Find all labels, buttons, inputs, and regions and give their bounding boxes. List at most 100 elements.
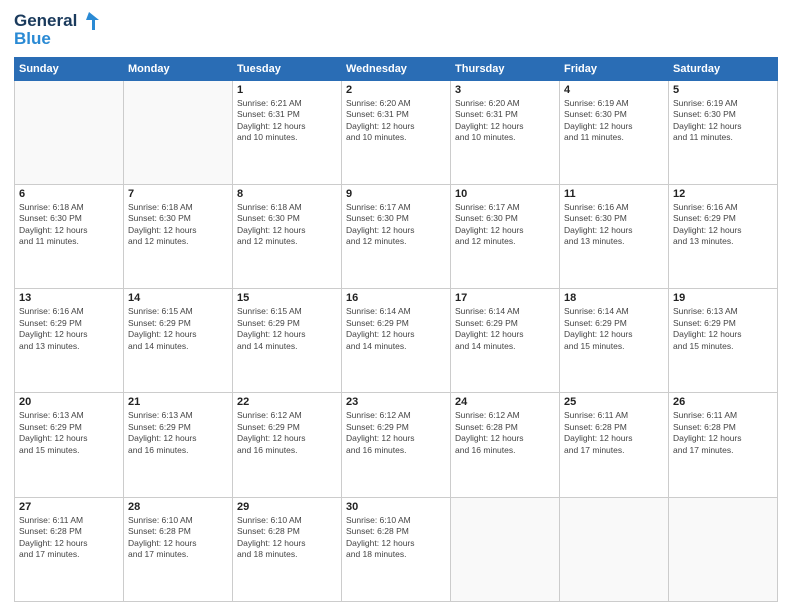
day-info: Sunrise: 6:17 AM Sunset: 6:30 PM Dayligh… [455, 202, 555, 248]
day-number: 25 [564, 396, 664, 408]
day-number: 23 [346, 396, 446, 408]
calendar-week-row: 20 Sunrise: 6:13 AM Sunset: 6:29 PM Dayli… [15, 393, 778, 497]
calendar-cell: 30 Sunrise: 6:10 AM Sunset: 6:28 PM Dayli… [342, 497, 451, 601]
day-number: 4 [564, 84, 664, 96]
header: General Blue [14, 10, 778, 49]
day-info: Sunrise: 6:12 AM Sunset: 6:28 PM Dayligh… [455, 410, 555, 456]
day-info: Sunrise: 6:14 AM Sunset: 6:29 PM Dayligh… [455, 306, 555, 352]
col-header-sunday: Sunday [15, 57, 124, 80]
calendar-cell: 24 Sunrise: 6:12 AM Sunset: 6:28 PM Dayli… [451, 393, 560, 497]
day-info: Sunrise: 6:21 AM Sunset: 6:31 PM Dayligh… [237, 98, 337, 144]
calendar-cell: 5 Sunrise: 6:19 AM Sunset: 6:30 PM Daylig… [669, 80, 778, 184]
calendar-cell [15, 80, 124, 184]
calendar-cell: 10Sunrise: 6:17 AM Sunset: 6:30 PM Dayli… [451, 184, 560, 288]
day-info: Sunrise: 6:12 AM Sunset: 6:29 PM Dayligh… [346, 410, 446, 456]
calendar-week-row: 1 Sunrise: 6:21 AM Sunset: 6:31 PM Daylig… [15, 80, 778, 184]
calendar-cell: 16 Sunrise: 6:14 AM Sunset: 6:29 PM Dayli… [342, 289, 451, 393]
logo-container: General Blue [14, 10, 101, 49]
calendar-cell: 29 Sunrise: 6:10 AM Sunset: 6:28 PM Dayli… [233, 497, 342, 601]
day-number: 8 [237, 188, 337, 200]
day-info: Sunrise: 6:13 AM Sunset: 6:29 PM Dayligh… [128, 410, 228, 456]
calendar-cell [560, 497, 669, 601]
day-number: 3 [455, 84, 555, 96]
calendar-cell: 8 Sunrise: 6:18 AM Sunset: 6:30 PM Daylig… [233, 184, 342, 288]
day-info: Sunrise: 6:15 AM Sunset: 6:29 PM Dayligh… [128, 306, 228, 352]
col-header-wednesday: Wednesday [342, 57, 451, 80]
calendar-cell [124, 80, 233, 184]
day-number: 28 [128, 501, 228, 513]
calendar-table: SundayMondayTuesdayWednesdayThursdayFrid… [14, 57, 778, 602]
calendar-cell: 25 Sunrise: 6:11 AM Sunset: 6:28 PM Dayli… [560, 393, 669, 497]
day-number: 19 [673, 292, 773, 304]
day-number: 18 [564, 292, 664, 304]
col-header-friday: Friday [560, 57, 669, 80]
col-header-monday: Monday [124, 57, 233, 80]
day-number: 24 [455, 396, 555, 408]
day-info: Sunrise: 6:19 AM Sunset: 6:30 PM Dayligh… [564, 98, 664, 144]
day-number: 2 [346, 84, 446, 96]
calendar-week-row: 27 Sunrise: 6:11 AM Sunset: 6:28 PM Dayli… [15, 497, 778, 601]
day-info: Sunrise: 6:14 AM Sunset: 6:29 PM Dayligh… [564, 306, 664, 352]
calendar-cell: 15Sunrise: 6:15 AM Sunset: 6:29 PM Dayli… [233, 289, 342, 393]
day-number: 27 [19, 501, 119, 513]
col-header-thursday: Thursday [451, 57, 560, 80]
calendar-cell: 21Sunrise: 6:13 AM Sunset: 6:29 PM Dayli… [124, 393, 233, 497]
calendar-week-row: 13 Sunrise: 6:16 AM Sunset: 6:29 PM Dayli… [15, 289, 778, 393]
logo: General Blue [14, 10, 101, 49]
calendar-cell: 26 Sunrise: 6:11 AM Sunset: 6:28 PM Dayli… [669, 393, 778, 497]
day-number: 9 [346, 188, 446, 200]
day-info: Sunrise: 6:12 AM Sunset: 6:29 PM Dayligh… [237, 410, 337, 456]
day-number: 1 [237, 84, 337, 96]
day-number: 22 [237, 396, 337, 408]
calendar-cell: 7Sunrise: 6:18 AM Sunset: 6:30 PM Daylig… [124, 184, 233, 288]
logo-bird-icon [79, 10, 101, 32]
calendar-cell: 2Sunrise: 6:20 AM Sunset: 6:31 PM Daylig… [342, 80, 451, 184]
col-header-saturday: Saturday [669, 57, 778, 80]
calendar-cell: 14Sunrise: 6:15 AM Sunset: 6:29 PM Dayli… [124, 289, 233, 393]
calendar-cell: 27 Sunrise: 6:11 AM Sunset: 6:28 PM Dayli… [15, 497, 124, 601]
day-number: 11 [564, 188, 664, 200]
day-number: 5 [673, 84, 773, 96]
day-info: Sunrise: 6:18 AM Sunset: 6:30 PM Dayligh… [19, 202, 119, 248]
day-number: 20 [19, 396, 119, 408]
day-info: Sunrise: 6:16 AM Sunset: 6:29 PM Dayligh… [673, 202, 773, 248]
calendar-cell: 12 Sunrise: 6:16 AM Sunset: 6:29 PM Dayli… [669, 184, 778, 288]
calendar-cell: 20 Sunrise: 6:13 AM Sunset: 6:29 PM Dayli… [15, 393, 124, 497]
day-number: 7 [128, 188, 228, 200]
day-number: 12 [673, 188, 773, 200]
logo-general: General [14, 12, 77, 31]
day-info: Sunrise: 6:13 AM Sunset: 6:29 PM Dayligh… [673, 306, 773, 352]
calendar-cell: 19 Sunrise: 6:13 AM Sunset: 6:29 PM Dayli… [669, 289, 778, 393]
calendar-cell: 18 Sunrise: 6:14 AM Sunset: 6:29 PM Dayli… [560, 289, 669, 393]
day-number: 16 [346, 292, 446, 304]
day-info: Sunrise: 6:19 AM Sunset: 6:30 PM Dayligh… [673, 98, 773, 144]
calendar-cell: 17Sunrise: 6:14 AM Sunset: 6:29 PM Dayli… [451, 289, 560, 393]
day-info: Sunrise: 6:10 AM Sunset: 6:28 PM Dayligh… [237, 515, 337, 561]
day-number: 13 [19, 292, 119, 304]
day-info: Sunrise: 6:11 AM Sunset: 6:28 PM Dayligh… [564, 410, 664, 456]
calendar-cell: 22 Sunrise: 6:12 AM Sunset: 6:29 PM Dayli… [233, 393, 342, 497]
day-info: Sunrise: 6:10 AM Sunset: 6:28 PM Dayligh… [346, 515, 446, 561]
calendar-cell: 23 Sunrise: 6:12 AM Sunset: 6:29 PM Dayli… [342, 393, 451, 497]
day-info: Sunrise: 6:16 AM Sunset: 6:29 PM Dayligh… [19, 306, 119, 352]
day-number: 30 [346, 501, 446, 513]
calendar-cell: 28 Sunrise: 6:10 AM Sunset: 6:28 PM Dayli… [124, 497, 233, 601]
day-number: 26 [673, 396, 773, 408]
day-info: Sunrise: 6:13 AM Sunset: 6:29 PM Dayligh… [19, 410, 119, 456]
day-info: Sunrise: 6:10 AM Sunset: 6:28 PM Dayligh… [128, 515, 228, 561]
calendar-cell [451, 497, 560, 601]
day-info: Sunrise: 6:20 AM Sunset: 6:31 PM Dayligh… [455, 98, 555, 144]
col-header-tuesday: Tuesday [233, 57, 342, 80]
calendar-cell: 4 Sunrise: 6:19 AM Sunset: 6:30 PM Daylig… [560, 80, 669, 184]
calendar-cell: 11Sunrise: 6:16 AM Sunset: 6:30 PM Dayli… [560, 184, 669, 288]
calendar-cell: 6Sunrise: 6:18 AM Sunset: 6:30 PM Daylig… [15, 184, 124, 288]
day-number: 29 [237, 501, 337, 513]
page: General Blue SundayMondayTuesdayWednesda… [0, 0, 792, 612]
day-info: Sunrise: 6:14 AM Sunset: 6:29 PM Dayligh… [346, 306, 446, 352]
day-info: Sunrise: 6:11 AM Sunset: 6:28 PM Dayligh… [19, 515, 119, 561]
day-info: Sunrise: 6:11 AM Sunset: 6:28 PM Dayligh… [673, 410, 773, 456]
calendar-cell: 13 Sunrise: 6:16 AM Sunset: 6:29 PM Dayli… [15, 289, 124, 393]
calendar-cell [669, 497, 778, 601]
day-info: Sunrise: 6:18 AM Sunset: 6:30 PM Dayligh… [237, 202, 337, 248]
calendar-week-row: 6Sunrise: 6:18 AM Sunset: 6:30 PM Daylig… [15, 184, 778, 288]
